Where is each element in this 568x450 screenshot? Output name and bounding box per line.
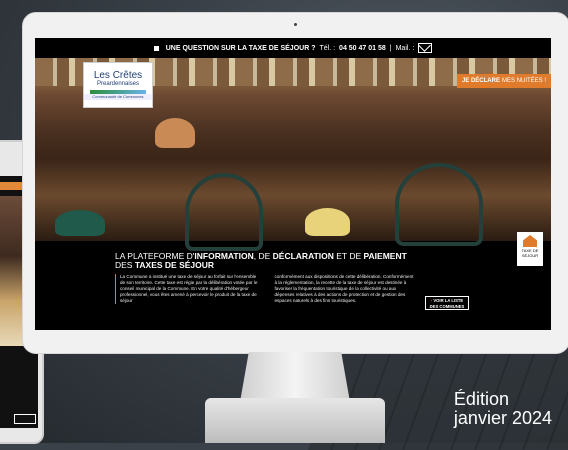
phone-declare-strip — [0, 182, 22, 190]
phone-list-button — [14, 414, 36, 424]
hero-photo: Les Crêtes Preardennaises Communauté de … — [35, 58, 551, 251]
badge-line2: SÉJOUR — [521, 253, 539, 258]
headline-part3: ET DE — [333, 251, 364, 261]
logo-line3: Communauté de Communes — [84, 94, 152, 100]
headline-bold4: TAXES DE SÉJOUR — [134, 260, 215, 270]
logo-line1: Les Crêtes — [93, 70, 143, 81]
edition-line1: Édition — [453, 389, 509, 409]
headline-part4: DES — [115, 260, 135, 270]
mail-icon[interactable] — [418, 43, 433, 53]
square-bullet-icon — [153, 45, 159, 51]
monitor-stand-base — [205, 398, 385, 443]
logo[interactable]: Les Crêtes Preardennaises Communauté de … — [83, 62, 153, 108]
contact-bar: UNE QUESTION SUR LA TAXE DE SÉJOUR ? Tél… — [35, 38, 551, 58]
chair-right — [395, 163, 483, 246]
list-button-line2: DES COMMUNES — [429, 304, 465, 309]
body-columns: La Commune a institué une taxe de séjour… — [115, 274, 415, 304]
list-button-line1: VOIR LA LISTE — [433, 298, 464, 303]
teapot — [305, 208, 350, 236]
edition-line2: janvier 2024 — [453, 408, 552, 428]
declare-bold: JE DÉCLARE — [461, 78, 500, 84]
chair-left — [185, 173, 263, 251]
website-screen: UNE QUESTION SUR LA TAXE DE SÉJOUR ? Tél… — [35, 38, 551, 330]
house-icon — [523, 235, 537, 247]
headline-part2: , DE — [253, 251, 273, 261]
phone-link[interactable]: 04 50 47 01 58 — [339, 45, 386, 52]
tel-label: Tél. : — [319, 44, 336, 52]
bowl — [55, 210, 105, 236]
communes-list-button[interactable]: › VOIR LA LISTE DES COMMUNES — [425, 296, 469, 310]
body-col2: conformément aux dispositions de cette d… — [274, 274, 414, 303]
declare-button[interactable]: JE DÉCLARE MES NUITÉES ! — [456, 74, 551, 88]
edition-label: Édition janvier 2024 — [454, 390, 552, 428]
headline-bold3: PAIEMENT — [363, 251, 407, 261]
arrow-icon: › — [430, 298, 433, 303]
headline: LA PLATEFORME D'INFORMATION, DE DÉCLARAT… — [115, 252, 407, 270]
question-text: UNE QUESTION SUR LA TAXE DE SÉJOUR ? — [165, 44, 316, 52]
taxe-sejour-badge: TAXE DE SÉJOUR — [517, 232, 543, 266]
mail-label: Mail. : — [395, 44, 415, 52]
logo-line2: Preardennaises — [96, 81, 140, 87]
body-col1: La Commune a institué une taxe de séjour… — [115, 274, 261, 304]
headline-bold2: DÉCLARATION — [272, 251, 334, 261]
vase — [155, 118, 195, 148]
camera-dot — [294, 23, 297, 26]
monitor-stand-neck — [240, 352, 350, 402]
separator: | — [389, 44, 392, 52]
declare-rest: MES NUITÉES ! — [501, 78, 546, 84]
